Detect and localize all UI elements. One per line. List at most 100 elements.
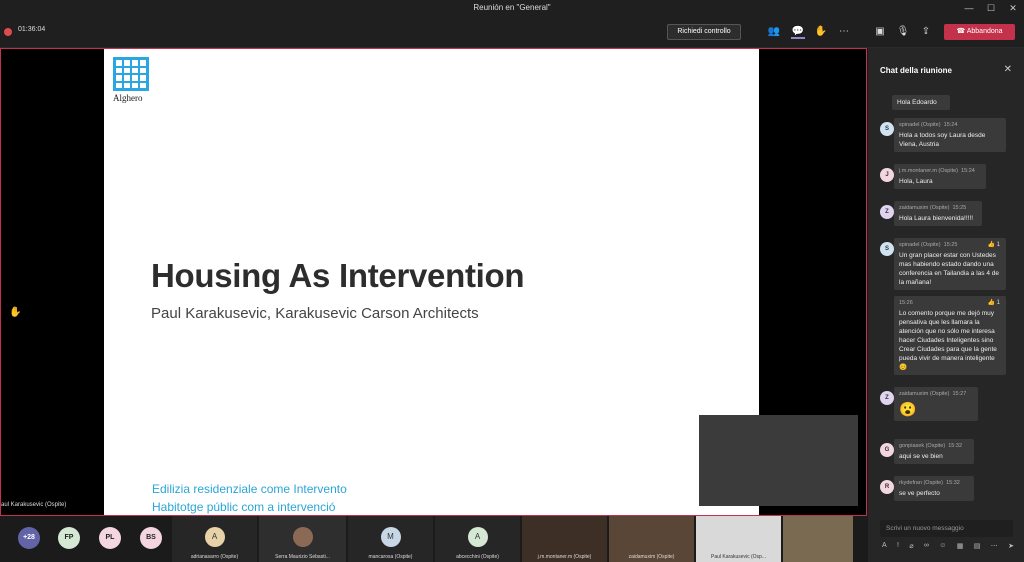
leave-label: Abbandona (966, 28, 1003, 35)
window-title: Reunión en "General" (473, 3, 551, 12)
avatar: A (204, 527, 225, 547)
chat-message: 15:26 👍 1 Lo comento porque me dejó muy … (894, 296, 1006, 375)
avatar: R (880, 480, 894, 494)
gif-icon[interactable]: ▦ (957, 542, 964, 554)
participant-video-tile[interactable] (783, 516, 853, 562)
participant-bubble[interactable]: BS (140, 527, 162, 549)
message-text: Lo comento porque me dejó muy pensativa … (899, 310, 997, 371)
more-icon[interactable]: ⋯ (837, 25, 851, 39)
chat-message: Hola Edoardo (892, 95, 950, 110)
avatar: Z (880, 205, 894, 219)
recording-time: 01:36:04 (18, 26, 46, 33)
avatar: J (880, 168, 894, 182)
shared-screen-stage: Alghero Housing As Intervention Paul Kar… (0, 48, 867, 516)
avatar: A (467, 527, 488, 547)
participant-video-tile[interactable]: zaidamuxim (Ospite) (609, 516, 694, 562)
message-time: 15:24 (943, 122, 958, 128)
avatar: S (880, 242, 894, 256)
close-window-icon[interactable]: ✕ (1002, 0, 1024, 16)
window-controls: — ☐ ✕ (958, 0, 1024, 16)
avatar: G (880, 443, 894, 457)
participant-tile[interactable]: A abcecchini (Ospite) (435, 516, 520, 562)
slide-footer-catalan: Habitotge públic com a intervenció (152, 500, 336, 514)
slide-footer-italian: Edilizia residenziale come Intervento (152, 482, 347, 496)
minimize-icon[interactable]: — (958, 0, 980, 16)
phone-icon: ☎ (956, 28, 967, 35)
hand-cursor-icon: ✋ (9, 307, 22, 318)
meeting-chat-panel: Chat della riunione ✕ Hola Edoardo S spi… (868, 48, 1024, 562)
message-author: spinadel (Ospite) (899, 242, 941, 248)
slide-title: Housing As Intervention (151, 257, 525, 294)
share-icon[interactable]: ⇪ (919, 25, 933, 39)
participant-name: j.m.montaner.m (Ospite) (537, 554, 592, 560)
participant-bubble[interactable]: FP (58, 527, 80, 549)
chat-message: zaidamuxim (Ospite) 15:25 Hola Laura bie… (894, 201, 982, 226)
participant-tile[interactable]: M mancarosa (Ospite) (348, 516, 433, 562)
attach-icon[interactable]: ⌀ (909, 542, 913, 554)
emoji-icon[interactable]: ☺ (939, 542, 946, 554)
sticker-icon[interactable]: ▤ (974, 542, 981, 554)
message-time: 15:25 (952, 205, 967, 211)
message-time: 15:26 (899, 300, 913, 306)
mic-off-icon[interactable]: 🎙 (896, 25, 910, 39)
message-text: Hola a todos soy Laura desde Viena, Aust… (899, 132, 986, 148)
participant-name: adrianasarro (Ospite) (190, 554, 239, 560)
like-reaction[interactable]: 👍 1 (988, 299, 1000, 308)
like-reaction[interactable]: 👍 1 (988, 241, 1000, 250)
message-time: 15:32 (948, 443, 962, 449)
avatar: M (380, 527, 401, 547)
link-icon[interactable]: ∞ (924, 542, 929, 554)
chat-icon[interactable]: 💬 (791, 25, 805, 39)
alghero-logo: Alghero (113, 57, 151, 105)
chat-message: j.m.montaner.m (Ospite) 15:24 Hola, Laur… (894, 164, 986, 189)
close-chat-icon[interactable]: ✕ (1004, 64, 1012, 75)
participant-video-tile[interactable]: Paul Karakusevic (Osp... (696, 516, 781, 562)
message-author: gonpiasek (Ospite) (899, 443, 946, 449)
format-icon[interactable]: A (882, 542, 887, 554)
title-bar: Reunión en "General" — ☐ ✕ (0, 0, 1024, 16)
important-icon[interactable]: ! (897, 542, 899, 554)
message-time: 15:25 (943, 242, 958, 248)
participant-name: zaidamuxim (Ospite) (628, 554, 675, 560)
message-author: zaidamuxim (Ospite) (899, 205, 950, 211)
chat-message: zaidamuxim (Ospite) 15:27 😮 (894, 387, 978, 421)
avatar: Z (880, 391, 894, 405)
message-text: Hola, Laura (899, 178, 933, 185)
participant-bubble[interactable]: PL (99, 527, 121, 549)
chat-message: rkydefran (Ospite) 15:32 se ve perfecto (894, 476, 974, 501)
more-participants-badge[interactable]: +28 (18, 527, 40, 549)
participant-strip: +28 FP PL BS A adrianasarro (Ospite) Ser… (0, 516, 867, 562)
message-author: zaidamuxim (Ospite) (899, 391, 950, 397)
raise-hand-icon[interactable]: ✋ (814, 25, 828, 39)
meeting-toolbar: 01:36:04 Richiedi controllo 👥 💬 ✋ ⋯ ▣ 🎙 … (0, 16, 1024, 48)
participant-video-tile[interactable]: j.m.montaner.m (Ospite) (522, 516, 607, 562)
chat-message: spinadel (Ospite) 15:25 👍 1 Un gran plac… (894, 238, 1006, 290)
message-author: j.m.montaner.m (Ospite) (899, 168, 958, 174)
message-author: rkydefran (Ospite) (899, 480, 944, 486)
message-author: spinadel (Ospite) (899, 122, 941, 128)
message-time: 15:24 (961, 168, 975, 174)
more-compose-icon[interactable]: ⋯ (991, 542, 998, 554)
presentation-slide: Alghero Housing As Intervention Paul Kar… (104, 49, 759, 515)
chat-message-input[interactable]: Scrivi un nuovo messaggio (880, 520, 1013, 537)
camera-icon[interactable]: ▣ (873, 25, 887, 39)
participant-tile[interactable]: Serra Maurizio Sebasti... (259, 516, 346, 562)
surprised-emoji: 😮 (899, 401, 917, 417)
message-text: Hola Laura bienvenida!!!!! (899, 215, 974, 222)
chat-message: spinadel (Ospite) 15:24 Hola a todos soy… (894, 118, 1006, 152)
participant-name: Paul Karakusevic (Osp... (710, 554, 767, 560)
send-icon[interactable]: ➤ (1008, 542, 1014, 554)
maximize-icon[interactable]: ☐ (980, 0, 1002, 16)
people-icon[interactable]: 👥 (767, 25, 781, 39)
logo-text: Alghero (113, 93, 143, 103)
request-control-button[interactable]: Richiedi controllo (667, 24, 741, 40)
message-time: 15:27 (952, 391, 967, 397)
leave-button[interactable]: ☎ Abbandona (944, 24, 1015, 40)
participant-tile[interactable]: A adrianasarro (Ospite) (172, 516, 257, 562)
slide-subtitle: Paul Karakusevic, Karakusevic Carson Arc… (151, 305, 479, 322)
chat-title: Chat della riunione (880, 66, 953, 75)
presenter-label: aul Karakusevic (Ospite) (1, 502, 67, 508)
participant-name: mancarosa (Ospite) (368, 554, 413, 560)
participant-name: Serra Maurizio Sebasti... (275, 554, 330, 560)
avatar: S (880, 122, 894, 136)
